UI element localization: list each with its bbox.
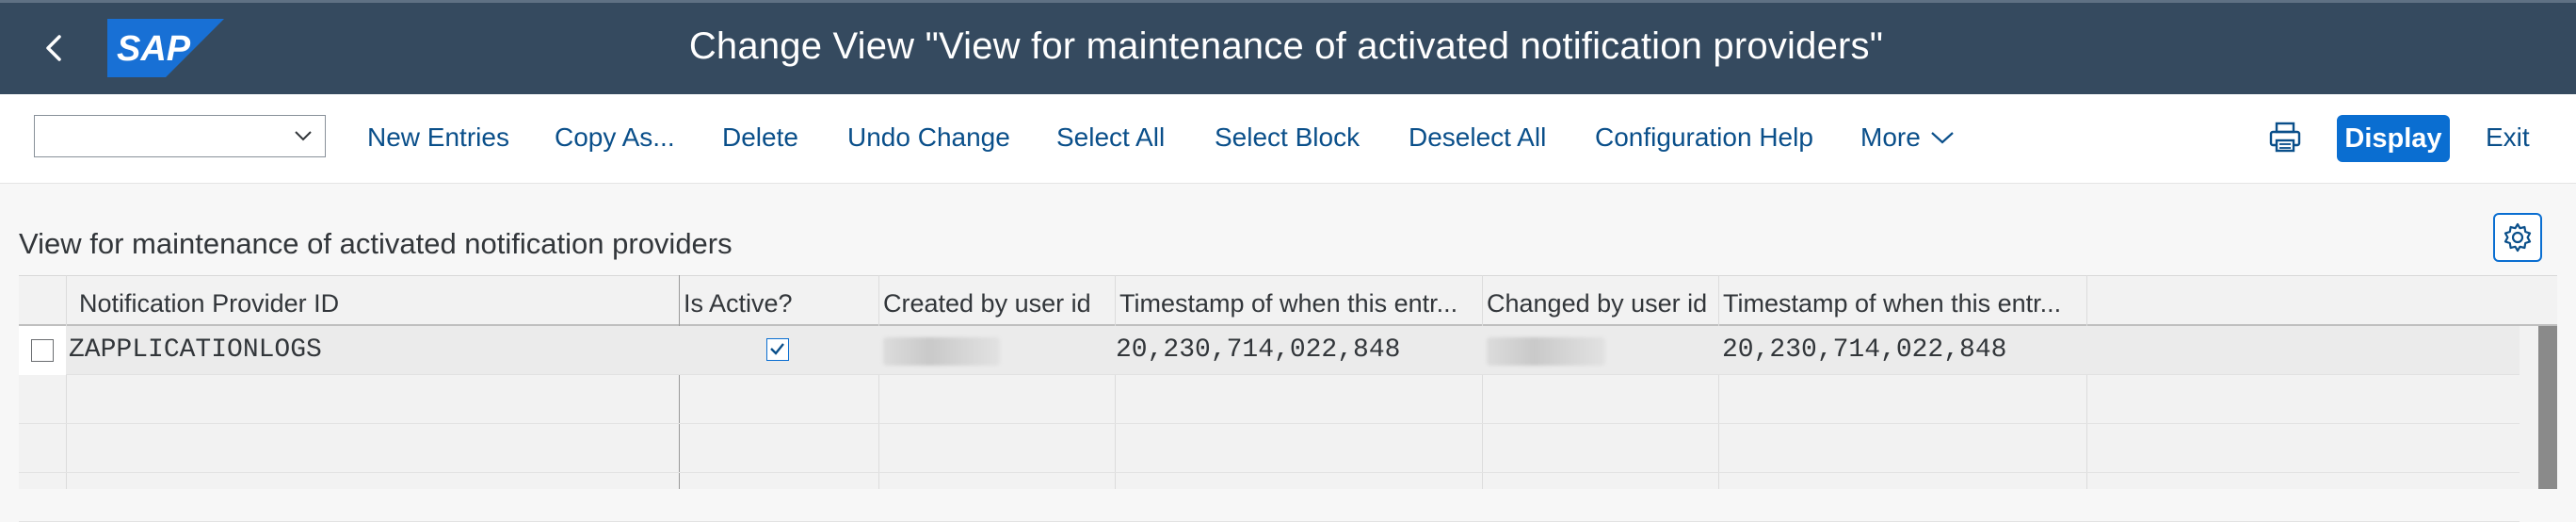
table-row-empty[interactable] [19, 375, 2520, 424]
more-menu-button[interactable]: More [1860, 122, 1955, 153]
command-field-select[interactable] [34, 115, 326, 157]
checkmark-icon [770, 343, 784, 355]
changed-timestamp-cell: 20,230,714,022,848 [1722, 335, 2007, 365]
row-select-checkbox[interactable] [31, 339, 54, 362]
changed-by-redacted [1487, 337, 1605, 366]
print-button[interactable] [2263, 115, 2307, 158]
deselect-all-button[interactable]: Deselect All [1409, 122, 1546, 153]
page-title: Change View "View for maintenance of act… [688, 25, 1884, 67]
printer-icon [2269, 122, 2301, 153]
chevron-down-icon [1931, 131, 1954, 144]
table-header: Notification Provider ID Is Active? Crea… [19, 275, 2557, 326]
more-label: More [1860, 122, 1921, 152]
view-title: View for maintenance of activated notifi… [19, 227, 733, 260]
select-all-button[interactable]: Select All [1056, 122, 1165, 153]
column-header-changed-timestamp[interactable]: Timestamp of when this entr... [1723, 289, 2090, 318]
is-active-checkbox[interactable] [766, 338, 789, 361]
delete-button[interactable]: Delete [722, 122, 798, 153]
gear-icon [2504, 222, 2532, 253]
copy-as-button[interactable]: Copy As... [555, 122, 675, 153]
chevron-down-icon [295, 131, 312, 141]
created-timestamp-cell: 20,230,714,022,848 [1116, 335, 1401, 365]
column-header-provider-id[interactable]: Notification Provider ID [79, 289, 682, 318]
select-block-button[interactable]: Select Block [1215, 122, 1360, 153]
table-row-empty[interactable] [19, 424, 2520, 473]
exit-button[interactable]: Exit [2486, 122, 2530, 153]
row-selector-cell[interactable] [19, 326, 66, 375]
column-header-created-timestamp[interactable]: Timestamp of when this entr... [1119, 289, 1479, 318]
undo-change-button[interactable]: Undo Change [847, 122, 1010, 153]
configuration-help-button[interactable]: Configuration Help [1595, 122, 1813, 153]
display-button[interactable]: Display [2337, 115, 2450, 162]
column-header-created-by[interactable]: Created by user id [883, 289, 1113, 318]
table-row-empty[interactable] [19, 473, 2520, 522]
shell-bar: SAP Change View "View for maintenance of… [0, 0, 2576, 94]
provider-id-cell: ZAPPLICATIONLOGS [69, 335, 322, 365]
maintenance-table: Notification Provider ID Is Active? Crea… [19, 275, 2557, 522]
toolbar: New Entries Copy As... Delete Undo Chang… [0, 94, 2576, 184]
column-header-changed-by[interactable]: Changed by user id [1487, 289, 1716, 318]
new-entries-button[interactable]: New Entries [367, 122, 509, 153]
vertical-scrollbar[interactable] [2538, 326, 2557, 489]
column-header-is-active[interactable]: Is Active? [684, 289, 872, 318]
created-by-redacted [883, 337, 1000, 366]
table-settings-button[interactable] [2493, 213, 2542, 262]
